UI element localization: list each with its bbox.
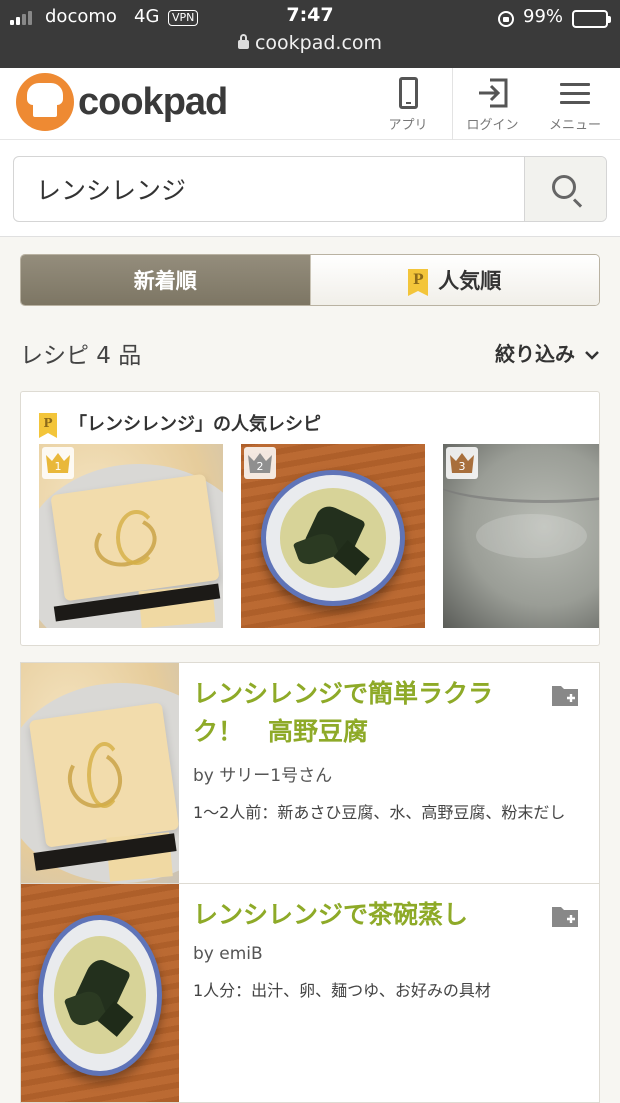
folder-add-icon <box>552 907 578 927</box>
filter-dropdown[interactable]: 絞り込み <box>495 338 600 367</box>
koya-tofu-photo <box>21 663 179 883</box>
app-nav-button[interactable]: アプリ <box>378 68 438 140</box>
recipe-card[interactable]: レンシレンジで茶碗蒸し by emiB 1人分：出汁、卵、麺つゆ、お好みの具材 <box>20 884 600 1103</box>
tab-newest-label: 新着順 <box>133 269 197 293</box>
search-button[interactable] <box>524 157 606 221</box>
chevron-down-icon <box>585 351 599 360</box>
rank-3-crown-icon: 3 <box>446 447 478 479</box>
tab-popular[interactable]: P 人気順 <box>309 255 599 305</box>
recipe-count: レシピ 4 品 <box>20 343 142 369</box>
login-nav-button[interactable]: ログイン <box>452 68 532 140</box>
app-nav-label: アプリ <box>388 118 428 133</box>
menu-nav-label: メニュー <box>548 118 601 133</box>
recipe-thumbnail[interactable] <box>21 663 179 883</box>
filter-label: 絞り込み <box>495 342 576 366</box>
save-to-folder-button[interactable] <box>551 683 579 707</box>
popular-recipe-3[interactable]: 3 <box>443 444 599 628</box>
recipe-title-link[interactable]: レンシレンジで簡単ラクラク！ 高野豆腐 <box>193 675 583 751</box>
recipe-ingredients: 1〜2人前：新あさひ豆腐、水、高野豆腐、粉末だし <box>193 803 566 822</box>
folder-add-icon <box>552 686 578 706</box>
login-icon <box>478 78 507 108</box>
orientation-lock-icon <box>498 11 514 27</box>
battery-percent: 99% <box>523 6 564 27</box>
recipe-ingredients: 1人分：出汁、卵、麺つゆ、お好みの具材 <box>193 981 491 1000</box>
recipe-title-link[interactable]: レンシレンジで茶碗蒸し <box>193 896 583 934</box>
popular-recipes-section: P 「レンシレンジ」の人気レシピ 1 2 3 <box>20 391 600 646</box>
search-box <box>13 156 607 222</box>
premium-badge-icon: P <box>39 413 57 438</box>
popular-recipe-1[interactable]: 1 <box>39 444 223 628</box>
rank-3-label: 3 <box>459 460 466 473</box>
search-input[interactable] <box>14 157 525 221</box>
site-header: cookpad アプリ ログイン メニュー <box>0 68 620 140</box>
tab-popular-label: 人気順 <box>438 269 502 293</box>
chef-hat-icon <box>16 73 74 131</box>
recipe-author[interactable]: by emiB <box>193 944 583 964</box>
rank-1-label: 1 <box>55 460 62 473</box>
menu-nav-button[interactable]: メニュー <box>540 68 610 140</box>
url-text: cookpad.com <box>254 32 383 54</box>
popular-section-title: P 「レンシレンジ」の人気レシピ <box>39 410 321 438</box>
recipe-thumbnail[interactable] <box>21 884 179 1102</box>
rank-2-crown-icon: 2 <box>244 447 276 479</box>
sort-tabs: 新着順 P 人気順 <box>20 254 600 306</box>
tab-newest[interactable]: 新着順 <box>21 255 310 305</box>
popular-recipe-2[interactable]: 2 <box>241 444 425 628</box>
logo-text: cookpad <box>78 80 228 123</box>
save-to-folder-button[interactable] <box>551 904 579 928</box>
search-bar <box>0 140 620 237</box>
hamburger-menu-icon <box>560 77 590 110</box>
rank-2-label: 2 <box>257 460 264 473</box>
cookpad-logo[interactable]: cookpad <box>16 73 228 131</box>
popular-title-text: 「レンシレンジ」の人気レシピ <box>69 414 321 435</box>
smartphone-icon <box>398 77 418 109</box>
rank-1-crown-icon: 1 <box>42 447 74 479</box>
status-bar: docomo 4G VPN 7:47 99% cookpad.com <box>0 0 620 68</box>
premium-badge-icon: P <box>408 269 429 296</box>
recipe-author[interactable]: by サリー1号さん <box>193 761 583 786</box>
lock-icon <box>237 34 249 49</box>
recipe-card[interactable]: レンシレンジで簡単ラクラク！ 高野豆腐 by サリー1号さん 1〜2人前：新あさ… <box>20 662 600 884</box>
search-icon <box>552 175 576 199</box>
login-nav-label: ログイン <box>466 118 519 133</box>
address-bar[interactable]: cookpad.com <box>0 32 620 54</box>
chawanmushi-photo <box>21 884 179 1102</box>
battery-icon <box>572 10 611 28</box>
